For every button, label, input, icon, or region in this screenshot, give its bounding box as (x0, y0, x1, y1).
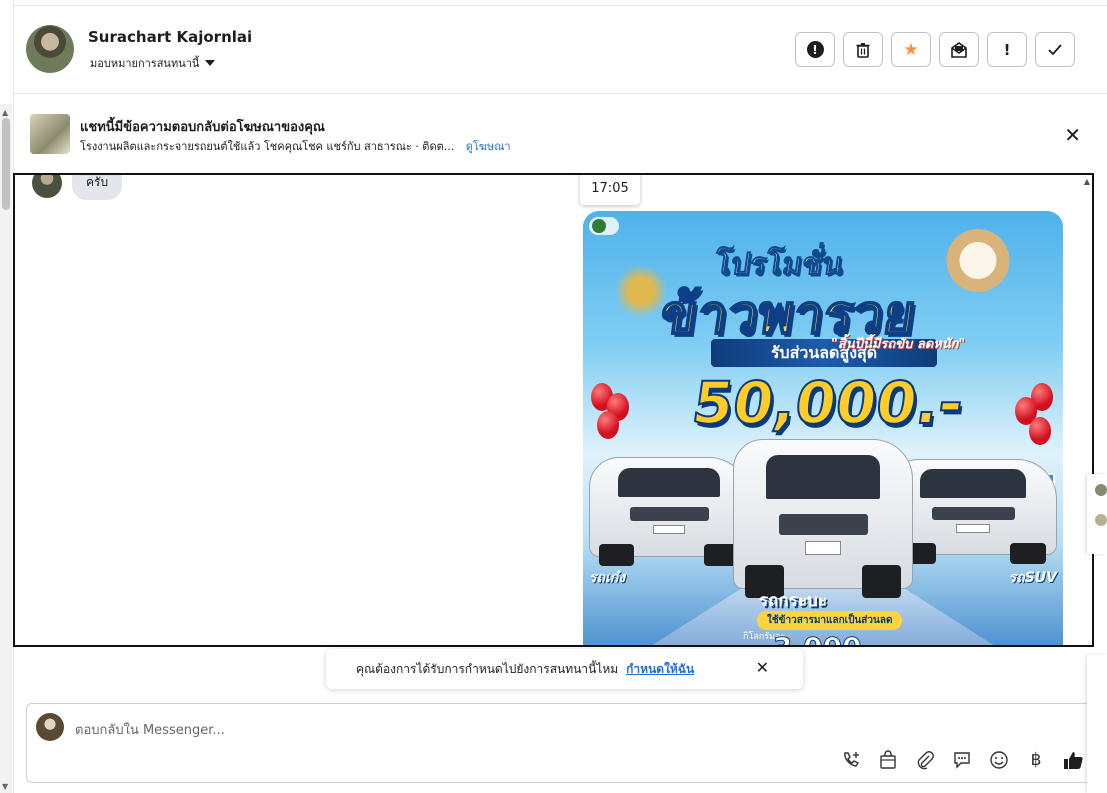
page-avatar (36, 713, 64, 741)
promo-amount: 50,000.- (687, 368, 968, 438)
ad-thumbnail[interactable] (30, 114, 70, 154)
brand-logo (589, 217, 619, 235)
balloon-icon (1029, 417, 1051, 445)
suv-label: รถSUV (1008, 570, 1057, 586)
ad-banner-title: แชทนี้มีข้อความตอบกลับต่อโฆษณาของคุณ (80, 120, 325, 135)
report-button[interactable]: ! (795, 32, 835, 67)
promo-image-message[interactable]: โปรโมชั่น ข้าวพารวย รับส่วนลดสูงสุด "สิ้… (583, 211, 1063, 646)
balloon-icon (597, 411, 619, 439)
assign-label: มอบหมายการสนทนานี้ (90, 57, 200, 70)
ad-banner-subtitle: โรงงานผลิตและกระจายรถยนต์ใช้แล้ว โชคคุณโ… (80, 137, 511, 155)
side-panel-card (1087, 655, 1107, 793)
star-button[interactable]: ★ (891, 32, 931, 67)
follow-up-button[interactable]: ! (987, 32, 1027, 67)
message-timestamp: 17:05 (580, 175, 640, 205)
saved-reply-icon[interactable] (950, 748, 974, 772)
incoming-message-bubble[interactable]: ครับ (72, 175, 123, 200)
contact-avatar[interactable] (26, 25, 74, 73)
sedan-car-image (589, 457, 749, 566)
emoji-icon[interactable] (987, 748, 1011, 772)
suv-car-image (889, 459, 1057, 564)
pickup-truck-image (733, 439, 913, 598)
delete-button[interactable] (843, 32, 883, 67)
thumbnail[interactable] (1095, 484, 1107, 496)
reply-composer[interactable]: ตอบกลับใน Messenger... ฿ (26, 703, 1100, 783)
star-icon: ★ (903, 39, 919, 60)
assign-prompt: คุณต้องการได้รับการกำหนดไปยังการสนทนานี้… (326, 649, 803, 689)
rice-bag-illustration (943, 229, 1013, 299)
baht-icon[interactable]: ฿ (1024, 748, 1048, 772)
reply-input[interactable]: ตอบกลับใน Messenger... (75, 719, 225, 740)
promo-tag: ใช้ข้าวสารมาแลกเป็นส่วนลด (757, 611, 903, 630)
messenger-conversation-view: ▲ ▼ Surachart Kajornlai มอบหมายการสนทนาน… (0, 0, 1107, 793)
close-icon[interactable]: ✕ (1064, 123, 1081, 147)
per-kg-amount: 3,000 (773, 631, 863, 646)
check-icon (1048, 43, 1062, 55)
call-add-icon[interactable] (839, 748, 863, 772)
incoming-message-row: ครับ (32, 175, 123, 200)
scroll-up-arrow-icon[interactable]: ▲ (2, 108, 8, 117)
side-panel-thumbnails[interactable] (1087, 474, 1107, 554)
composer-toolbar: ฿ (839, 748, 1085, 772)
page-scrollbar[interactable]: ▲ ▼ (0, 104, 12, 793)
assign-to-me-link[interactable]: กำหนดให้ฉัน (626, 660, 694, 679)
mail-icon (951, 41, 967, 58)
view-ad-link[interactable]: ดูโฆษณา (466, 140, 511, 153)
thumbs-up-icon[interactable] (1061, 748, 1085, 772)
mark-unread-button[interactable] (939, 32, 979, 67)
message-thread[interactable]: ครับ 17:05 ▲ โปรโมชั่น ข้าวพารวย รับส่วน… (13, 173, 1094, 647)
contact-name[interactable]: Surachart Kajornlai (88, 28, 252, 46)
assign-conversation-dropdown[interactable]: มอบหมายการสนทนานี้ (90, 54, 216, 72)
close-icon[interactable]: ✕ (756, 658, 769, 677)
promo-slogan: "สิ้นปีนี้มีรถขับ ลดหนัก" (831, 337, 966, 352)
pickup-label: รถกระบะ (759, 591, 827, 611)
scrollbar-thumb[interactable] (2, 118, 10, 210)
attachment-icon[interactable] (913, 748, 937, 772)
mark-done-button[interactable] (1035, 32, 1075, 67)
thumbnail[interactable] (1095, 514, 1107, 526)
sedan-label: รถเก๋ง (589, 570, 626, 586)
trash-icon (856, 42, 870, 58)
alert-circle-icon: ! (806, 41, 824, 58)
assign-prompt-text: คุณต้องการได้รับการกำหนดไปยังการสนทนานี้… (356, 661, 619, 676)
conversation-header: Surachart Kajornlai มอบหมายการสนทนานี้ !… (14, 6, 1107, 94)
sender-avatar[interactable] (32, 175, 62, 198)
header-actions: ! ★ ! (795, 32, 1075, 67)
exclamation-icon: ! (1003, 40, 1011, 59)
scroll-down-arrow-icon[interactable]: ▼ (2, 782, 8, 791)
ad-banner-description: โรงงานผลิตและกระจายรถยนต์ใช้แล้ว โชคคุณโ… (80, 140, 455, 153)
scroll-up-arrow-icon[interactable]: ▲ (1084, 177, 1090, 186)
chevron-down-icon (205, 60, 216, 66)
ad-reply-banner: แชทนี้มีข้อความตอบกลับต่อโฆษณาของคุณ โรง… (14, 95, 1107, 173)
shopping-bag-icon[interactable] (876, 748, 900, 772)
